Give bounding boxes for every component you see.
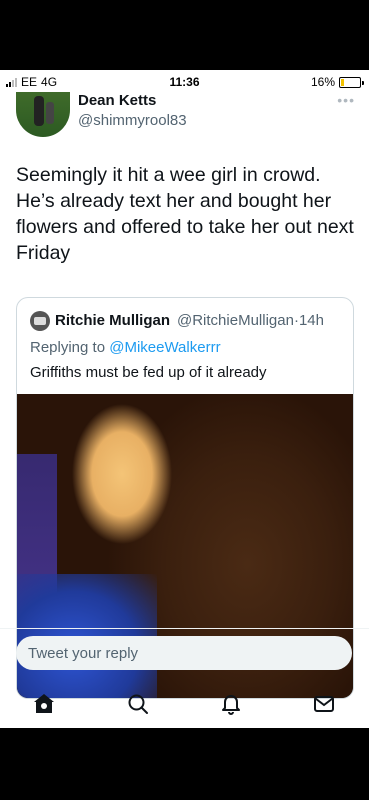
reply-divider: [0, 628, 369, 629]
notifications-icon[interactable]: [218, 691, 244, 717]
reply-placeholder: Tweet your reply: [28, 645, 139, 662]
twitter-screen: EE 4G 11:36 16% Dean Ketts @shimmyrool83…: [0, 70, 369, 728]
more-dots-icon[interactable]: •••: [337, 92, 355, 108]
author-avatar[interactable]: [16, 92, 70, 137]
quoted-author-handle: @RitchieMulligan: [177, 312, 294, 329]
battery-percent: 16%: [310, 75, 335, 89]
home-icon[interactable]: [31, 691, 57, 717]
battery-icon: [339, 76, 364, 88]
quoted-author-avatar: [30, 311, 50, 331]
replying-to-link[interactable]: @MikeeWalkerrr: [109, 339, 220, 356]
bottom-nav: [0, 685, 369, 725]
replying-prefix: Replying to: [30, 339, 106, 356]
tweet-text: Seemingly it hit a wee girl in crowd. He…: [16, 164, 354, 264]
reply-input[interactable]: Tweet your reply: [16, 636, 352, 670]
quoted-author-name: Ritchie Mulligan: [55, 312, 171, 329]
replying-to-line: Replying to @MikeeWalkerrr: [30, 339, 221, 356]
status-right: 16%: [310, 75, 364, 89]
quoted-time: 14h: [298, 312, 324, 329]
messages-icon[interactable]: [311, 691, 337, 717]
quoted-author-meta: @RitchieMulligan·14h: [177, 312, 324, 329]
author-handle[interactable]: @shimmyrool83: [78, 112, 187, 129]
status-bar: EE 4G 11:36 16%: [0, 70, 369, 92]
quoted-tweet-text: Griffiths must be fed up of it already: [30, 364, 267, 381]
search-icon[interactable]: [125, 691, 151, 717]
author-name[interactable]: Dean Ketts: [78, 92, 156, 109]
